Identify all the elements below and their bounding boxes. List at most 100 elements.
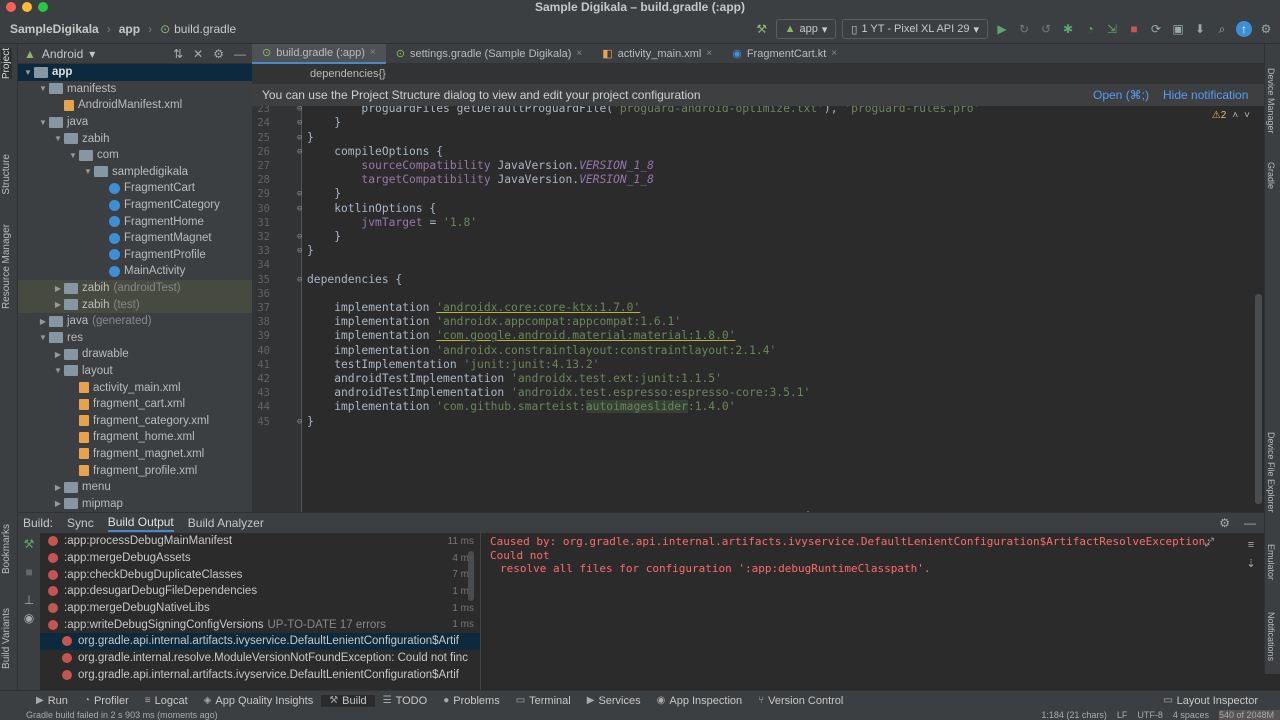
close-tab-icon[interactable]: × xyxy=(831,48,837,59)
tool-device-file-explorer[interactable]: Device File Explorer xyxy=(1266,432,1276,513)
line-number[interactable]: 45 xyxy=(252,415,270,429)
tool-window-layout-inspector[interactable]: ▭ Layout Inspector xyxy=(1155,695,1280,707)
close-window-icon[interactable] xyxy=(6,2,16,12)
editor-tab[interactable]: ⊙ settings.gradle (Sample Digikala) × xyxy=(386,44,592,64)
inspection-widget[interactable]: ⚠2 ˄ ˅ xyxy=(1212,110,1250,121)
expand-arrow-icon[interactable]: ▼ xyxy=(52,134,64,143)
code-editor[interactable]: 22 minifyEnabled false23⊖ proguardFiles … xyxy=(252,106,1264,512)
fold-marker-icon[interactable]: ⊖ xyxy=(297,187,302,201)
fold-marker-icon[interactable]: ⊖ xyxy=(297,273,302,287)
tree-node[interactable]: ▶ java (generated) xyxy=(18,313,252,330)
line-number[interactable]: 27 xyxy=(252,159,270,173)
editor-scrollbar[interactable] xyxy=(1255,294,1262,504)
tool-window-build[interactable]: ⚒ Build xyxy=(321,694,375,707)
fold-marker-icon[interactable]: ⊖ xyxy=(297,145,302,159)
tool-window-services[interactable]: ▶ Services xyxy=(579,695,649,707)
file-encoding[interactable]: UTF-8 xyxy=(1137,710,1173,720)
device-manager-icon[interactable]: ▣ xyxy=(1170,21,1186,37)
run-config-select[interactable]: ▲ app ▾ xyxy=(775,19,837,39)
tool-gradle[interactable]: Gradle xyxy=(1266,162,1276,189)
tree-node[interactable]: ▼ sampledigikala xyxy=(18,164,252,181)
tree-node[interactable]: activity_main.xml xyxy=(18,379,252,396)
tool-build-variants[interactable]: Build Variants xyxy=(1,608,12,669)
tree-node[interactable]: FragmentMagnet xyxy=(18,230,252,247)
tool-window-run[interactable]: ▶ Run xyxy=(28,695,76,707)
line-number[interactable]: 34 xyxy=(252,258,270,272)
update-icon[interactable]: ↑ xyxy=(1236,21,1252,37)
hide-notification-link[interactable]: Hide notification xyxy=(1163,88,1248,102)
tree-node[interactable]: ▼ layout xyxy=(18,363,252,380)
build-task-row[interactable]: org.gradle.api.internal.artifacts.ivyser… xyxy=(40,633,480,650)
maximize-window-icon[interactable] xyxy=(38,2,48,12)
task-tree-scrollbar[interactable] xyxy=(468,551,474,601)
tree-node[interactable]: ▼ app xyxy=(18,64,252,81)
collapse-all-icon[interactable]: ⇅ xyxy=(173,47,183,61)
expand-arrow-icon[interactable]: ▼ xyxy=(67,151,79,160)
expand-arrow-icon[interactable]: ▶ xyxy=(52,284,64,293)
tree-node[interactable]: fragment_profile.xml xyxy=(18,462,252,479)
search-icon[interactable]: ⌕ xyxy=(1214,21,1230,37)
stop-icon[interactable]: ■ xyxy=(1126,21,1142,37)
build-divider[interactable] xyxy=(480,533,481,691)
indent-setting[interactable]: 4 spaces xyxy=(1173,710,1219,720)
profile-icon[interactable]: ◔ xyxy=(1082,21,1098,37)
tool-window-version-control[interactable]: ⑂ Version Control xyxy=(750,695,851,707)
project-view-select[interactable]: Android xyxy=(42,47,83,61)
fold-marker-icon[interactable]: ⊖ xyxy=(297,230,302,244)
line-number[interactable]: 28 xyxy=(252,173,270,187)
line-number[interactable]: 41 xyxy=(252,358,270,372)
caret-position[interactable]: 1:184 (21 chars) xyxy=(1041,710,1117,720)
build-task-row[interactable]: :app:desugarDebugFileDependencies 1 ms xyxy=(40,583,480,600)
tree-node[interactable]: ▼ java xyxy=(18,114,252,131)
close-tab-icon[interactable]: × xyxy=(576,48,582,59)
sdk-manager-icon[interactable]: ⬇ xyxy=(1192,21,1208,37)
settings-icon[interactable]: ⚙ xyxy=(1258,21,1274,37)
fold-marker-icon[interactable]: ⊖ xyxy=(297,106,302,116)
tool-window-app-inspection[interactable]: ◉ App Inspection xyxy=(649,695,751,707)
line-number[interactable]: 39 xyxy=(252,329,270,343)
fold-marker-icon[interactable]: ⊖ xyxy=(297,202,302,216)
tab-sync[interactable]: Sync xyxy=(67,516,94,530)
expand-arrow-icon[interactable]: ▼ xyxy=(37,118,49,127)
expand-arrow-icon[interactable]: ▶ xyxy=(37,317,49,326)
line-number[interactable]: 23 xyxy=(252,106,270,116)
tree-node[interactable]: FragmentProfile xyxy=(18,247,252,264)
chevron-down-icon[interactable]: ˅ xyxy=(1244,110,1250,121)
breadcrumb-project[interactable]: SampleDigikala xyxy=(10,22,99,36)
tree-node[interactable]: ▶ drawable xyxy=(18,346,252,363)
tool-window-todo[interactable]: ☰ TODO xyxy=(375,695,436,707)
tool-window-profiler[interactable]: ◔ Profiler xyxy=(76,695,137,707)
tree-node[interactable]: MainActivity xyxy=(18,263,252,280)
gear-icon[interactable]: ⚙ xyxy=(213,47,224,61)
line-number[interactable]: 33 xyxy=(252,244,270,258)
breadcrumb-file[interactable]: build.gradle xyxy=(174,22,236,36)
expand-arrow-icon[interactable]: ▼ xyxy=(22,68,34,77)
line-number[interactable]: 29 xyxy=(252,187,270,201)
minimize-window-icon[interactable] xyxy=(22,2,32,12)
expand-icon[interactable]: ⤢ xyxy=(1204,535,1214,550)
tab-build-output[interactable]: Build Output xyxy=(107,515,174,532)
line-number[interactable]: 35 xyxy=(252,273,270,287)
tree-node[interactable]: fragment_category.xml xyxy=(18,412,252,429)
apply-changes-icon[interactable]: ↻ xyxy=(1016,21,1032,37)
tree-node[interactable]: ▶ zabih (androidTest) xyxy=(18,279,252,297)
close-tab-icon[interactable]: × xyxy=(706,48,712,59)
line-number[interactable]: 26 xyxy=(252,145,270,159)
editor-tab[interactable]: ◧ activity_main.xml × xyxy=(592,44,722,64)
tool-emulator[interactable]: Emulator xyxy=(1266,544,1276,580)
line-number[interactable]: 43 xyxy=(252,386,270,400)
build-task-row[interactable]: :app:writeDebugSigningConfigVersions UP-T… xyxy=(40,616,480,633)
eye-icon[interactable]: ◉ xyxy=(18,611,40,625)
chevron-down-icon[interactable]: ▾ xyxy=(89,47,95,61)
tool-resource-manager[interactable]: Resource Manager xyxy=(1,224,12,309)
run-icon[interactable]: ▶ xyxy=(994,21,1010,37)
tree-node[interactable]: FragmentHome xyxy=(18,213,252,230)
window-controls[interactable] xyxy=(6,2,48,12)
line-number[interactable]: 30 xyxy=(252,202,270,216)
close-tab-icon[interactable]: × xyxy=(370,47,376,58)
tree-node[interactable]: ▼ com xyxy=(18,147,252,164)
tool-notifications[interactable]: Notifications xyxy=(1266,612,1276,661)
line-number[interactable]: 25 xyxy=(252,131,270,145)
line-number[interactable]: 32 xyxy=(252,230,270,244)
line-number[interactable]: 40 xyxy=(252,344,270,358)
